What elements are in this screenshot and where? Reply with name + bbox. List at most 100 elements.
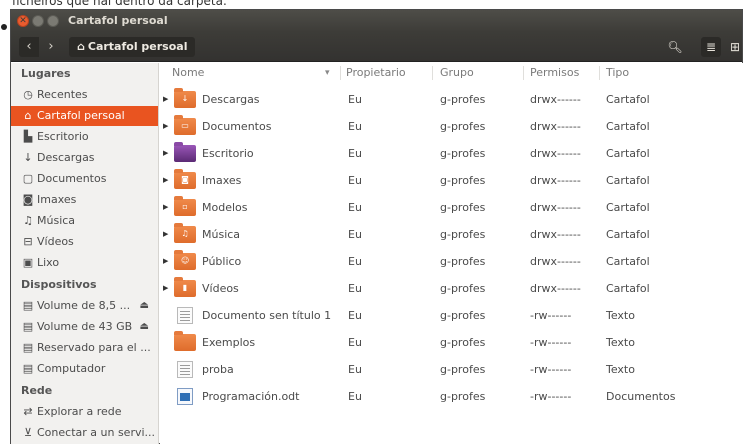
sidebar-item-label: Reservado para el ... (37, 341, 151, 354)
file-row-musica[interactable]: ▶ ♫ Música Eu g-profes drwx------ Cartaf… (160, 221, 743, 248)
expander-arrow-icon[interactable]: ▶ (163, 194, 168, 221)
file-row-exemplos[interactable]: Exemplos Eu g-profes -rw------ Texto (160, 329, 743, 356)
folder-desktop-icon (174, 142, 196, 162)
caption-text: ficheiros que hai dentro da carpeta. (12, 0, 227, 8)
eject-icon[interactable]: ⏏ (140, 317, 149, 337)
bullet-icon (1, 24, 7, 30)
server-icon: ⊻ (23, 426, 33, 439)
sidebar-item-label: Cartafol persoal (37, 109, 125, 122)
column-separator[interactable] (432, 66, 433, 80)
title-bar: ✕ Cartafol persoal (11, 10, 742, 32)
file-row-documento-sen-titulo[interactable]: Documento sen título 1 Eu g-profes -rw--… (160, 302, 743, 329)
expander-arrow-icon[interactable]: ▶ (163, 221, 168, 248)
sidebar-item-lixo[interactable]: ▣ Lixo (21, 253, 158, 273)
file-owner: Eu (348, 282, 362, 295)
minimize-window-button[interactable] (32, 15, 44, 27)
sidebar-item-descargas[interactable]: ↓ Descargas (21, 148, 158, 168)
sidebar-item-videos[interactable]: ⊟ Vídeos (21, 232, 158, 252)
forward-button[interactable]: › (41, 37, 61, 57)
file-owner: Eu (348, 174, 362, 187)
expander-arrow-icon[interactable]: ▶ (163, 167, 168, 194)
file-permissions: drwx------ (530, 255, 581, 268)
expander-arrow-icon[interactable]: ▶ (163, 275, 168, 302)
sidebar-item-cartafol-persoal[interactable]: ⌂ Cartafol persoal (11, 106, 158, 126)
column-separator[interactable] (340, 66, 341, 80)
grid-view-button[interactable]: ⊞ (725, 37, 743, 57)
close-window-button[interactable]: ✕ (17, 15, 29, 27)
maximize-window-button[interactable] (47, 15, 59, 27)
file-name: Música (202, 228, 241, 241)
file-row-documentos[interactable]: ▶ ▭ Documentos Eu g-profes drwx------ Ca… (160, 113, 743, 140)
sidebar: Lugares ◷ Recentes ⌂ Cartafol persoal ▙ Esc… (11, 63, 159, 444)
sidebar-item-label: Música (37, 214, 76, 227)
file-row-escritorio[interactable]: ▶ Escritorio Eu g-profes drwx------ Cart… (160, 140, 743, 167)
column-header-nome[interactable]: Nome (172, 63, 204, 83)
column-header-propietario[interactable]: Propietario (346, 63, 406, 83)
file-name: Exemplos (202, 336, 256, 349)
file-permissions: drwx------ (530, 228, 581, 241)
sidebar-item-label: Volume de 43 GB (37, 320, 133, 333)
sidebar-item-volume-43gb[interactable]: ▤ Volume de 43 GB ⏏ (21, 317, 158, 337)
file-type: Texto (606, 363, 635, 376)
sidebar-item-computador[interactable]: ▤ Computador (21, 359, 158, 379)
sidebar-item-reservado[interactable]: ▤ Reservado para el ... (21, 338, 158, 358)
sidebar-item-volume-8-5[interactable]: ▤ Volume de 8,5 ... ⏏ (21, 296, 158, 316)
sidebar-item-conectar-servidor[interactable]: ⊻ Conectar a un servi... (21, 423, 158, 443)
sidebar-item-label: Descargas (37, 151, 95, 164)
file-group: g-profes (440, 147, 486, 160)
sidebar-item-recentes[interactable]: ◷ Recentes (21, 85, 158, 105)
sidebar-item-musica[interactable]: ♫ Música (21, 211, 158, 231)
desktop-icon: ▙ (23, 130, 33, 143)
file-type: Cartafol (606, 93, 650, 106)
search-button[interactable]: 🔍︎ (665, 37, 685, 57)
file-type: Texto (606, 309, 635, 322)
eject-icon[interactable]: ⏏ (140, 296, 149, 316)
sidebar-item-documentos[interactable]: ▢ Documentos (21, 169, 158, 189)
home-icon: ⌂ (24, 109, 32, 122)
sidebar-item-escritorio[interactable]: ▙ Escritorio (21, 127, 158, 147)
sidebar-item-label: Vídeos (37, 235, 74, 248)
expander-arrow-icon[interactable]: ▶ (163, 86, 168, 113)
back-button[interactable]: ‹ (19, 37, 39, 57)
file-group: g-profes (440, 120, 486, 133)
file-name: Escritorio (202, 147, 254, 160)
file-row-proba[interactable]: proba Eu g-profes -rw------ Texto (160, 356, 743, 383)
expander-arrow-icon[interactable]: ▶ (163, 113, 168, 140)
file-row-publico[interactable]: ▶ ☺ Público Eu g-profes drwx------ Carta… (160, 248, 743, 275)
column-header-grupo[interactable]: Grupo (440, 63, 474, 83)
file-owner: Eu (348, 201, 362, 214)
file-group: g-profes (440, 93, 486, 106)
file-permissions: drwx------ (530, 174, 581, 187)
grid-view-icon: ⊞ (729, 40, 741, 54)
file-row-modelos[interactable]: ▶ ▫ Modelos Eu g-profes drwx------ Carta… (160, 194, 743, 221)
sidebar-item-explorar-rede[interactable]: ⇄ Explorar a rede (21, 402, 158, 422)
column-separator[interactable] (599, 66, 600, 80)
expander-arrow-icon[interactable]: ▶ (163, 140, 168, 167)
sidebar-section-lugares: Lugares (21, 67, 71, 80)
folder-music-icon: ♫ (174, 223, 196, 243)
folder-public-icon: ☺ (174, 250, 196, 270)
file-group: g-profes (440, 282, 486, 295)
column-header-permisos[interactable]: Permisos (530, 63, 579, 83)
expander-arrow-icon[interactable]: ▶ (163, 248, 168, 275)
home-icon: ⌂ (77, 40, 85, 53)
file-type: Cartafol (606, 147, 650, 160)
file-row-descargas[interactable]: ▶ ↓ Descargas Eu g-profes drwx------ Car… (160, 86, 743, 113)
list-view-button[interactable]: ≣ (701, 37, 721, 57)
sidebar-item-imaxes[interactable]: ◙ Imaxes (21, 190, 158, 210)
column-separator[interactable] (523, 66, 524, 80)
file-permissions: -rw------ (530, 390, 572, 403)
sidebar-section-dispositivos: Dispositivos (21, 278, 97, 291)
file-owner: Eu (348, 255, 362, 268)
file-owner: Eu (348, 228, 362, 241)
file-type: Cartafol (606, 174, 650, 187)
file-row-imaxes[interactable]: ▶ ◙ Imaxes Eu g-profes drwx------ Cartaf… (160, 167, 743, 194)
file-permissions: drwx------ (530, 201, 581, 214)
file-row-programacion[interactable]: Programación.odt Eu g-profes -rw------ D… (160, 383, 743, 410)
path-bar-home-button[interactable]: ⌂ Cartafol persoal (69, 37, 196, 57)
file-type: Cartafol (606, 120, 650, 133)
file-name: Documento sen título 1 (202, 309, 332, 322)
file-group: g-profes (440, 336, 486, 349)
file-row-videos[interactable]: ▶ ▮ Vídeos Eu g-profes drwx------ Cartaf… (160, 275, 743, 302)
column-header-tipo[interactable]: Tipo (606, 63, 629, 83)
